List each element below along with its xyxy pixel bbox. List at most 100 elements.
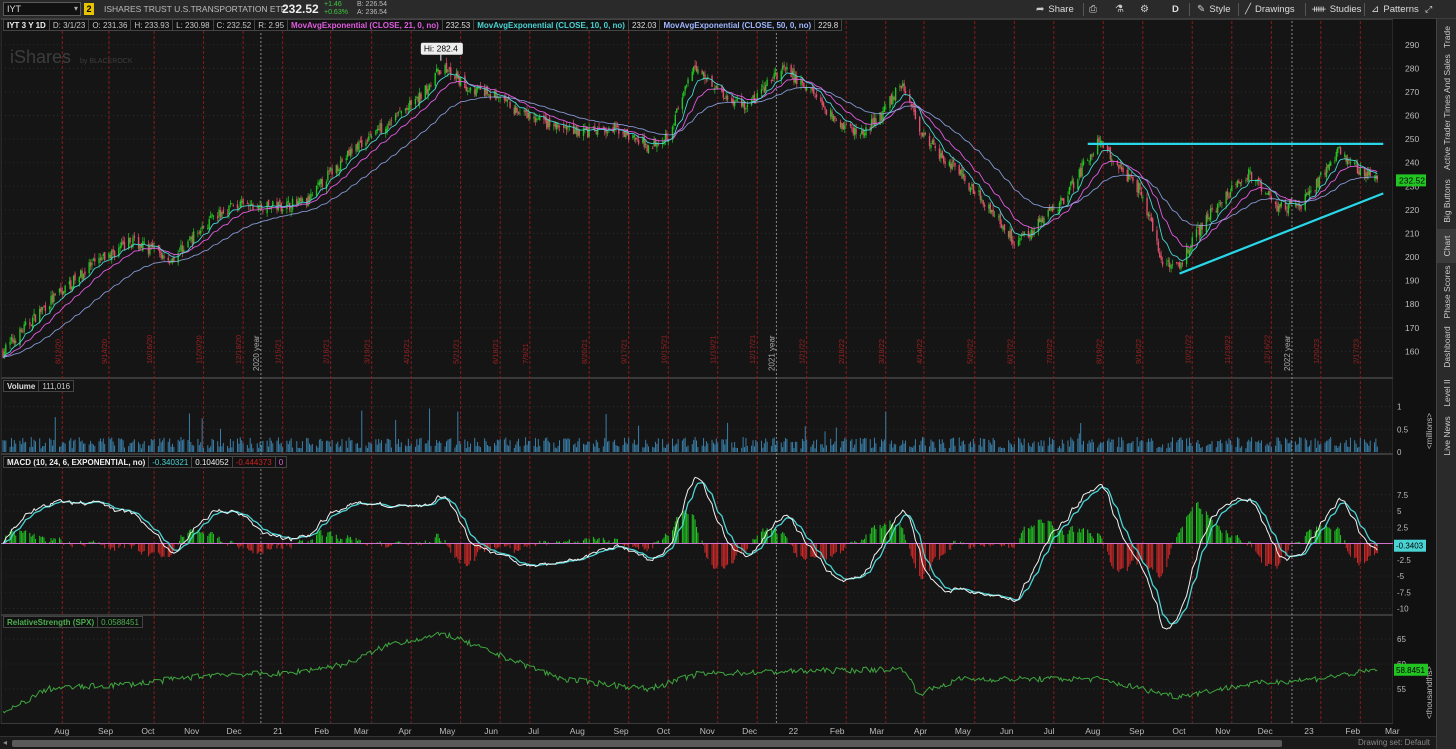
- flask-button[interactable]: ⚗: [1115, 2, 1128, 17]
- candle-body: [236, 204, 239, 209]
- candle-body: [128, 237, 130, 249]
- symbol-selector[interactable]: IYT ▾: [3, 2, 81, 16]
- candle-body: [930, 145, 932, 148]
- candle-body: [962, 174, 965, 177]
- time-tick-label: Feb: [830, 726, 845, 736]
- time-tick-label: Oct: [657, 726, 671, 736]
- candle-body: [760, 89, 763, 94]
- side-tab-level-ii[interactable]: Level II: [1437, 373, 1456, 413]
- time-tick-label: Apr: [398, 726, 411, 736]
- side-tab-times-and-sales[interactable]: Times And Sales: [1437, 54, 1456, 117]
- side-tab-chart[interactable]: Chart: [1437, 229, 1456, 263]
- candle-body: [119, 246, 121, 249]
- candle-body: [409, 100, 411, 110]
- candle-body: [1040, 219, 1042, 223]
- study-label[interactable]: MovAvgExponential (CLOSE, 10, 0, no): [473, 19, 629, 31]
- candle-body: [390, 119, 393, 121]
- chart-canvas[interactable]: 8/12/20 9/14/20 10/16/20 11/20/20 12/18/20 1/…: [0, 19, 1436, 739]
- time-tick-label: Feb: [314, 726, 329, 736]
- volume-tick-label: 0.5: [1397, 425, 1409, 434]
- candle-body: [622, 131, 624, 134]
- candle-body: [1168, 262, 1171, 268]
- candle-body: [1061, 198, 1064, 201]
- candle-body: [428, 84, 431, 91]
- macd-label[interactable]: MACD (10, 24, 6, EXPONENTIAL, no): [3, 456, 150, 468]
- period-button[interactable]: D: [1172, 2, 1179, 17]
- link-group-badge[interactable]: 2: [84, 3, 94, 15]
- candle-body: [1338, 147, 1340, 149]
- watermark-byline: by BLACKROCK: [80, 58, 133, 65]
- candle-body: [911, 104, 914, 105]
- volume-label[interactable]: Volume: [3, 380, 40, 392]
- rs-label[interactable]: RelativeStrength (SPX): [3, 616, 99, 628]
- time-tick-label: Sep: [1129, 726, 1144, 736]
- style-button[interactable]: ✎ Style: [1197, 2, 1231, 17]
- candle-body: [989, 203, 991, 213]
- patterns-button[interactable]: ⊿ Patterns: [1371, 2, 1419, 17]
- candle-body: [1286, 211, 1288, 213]
- chart-area[interactable]: 8/12/20 9/14/20 10/16/20 11/20/20 12/18/20 1/…: [0, 19, 1436, 739]
- candle-body: [466, 90, 469, 92]
- candle-body: [735, 99, 737, 101]
- candle-body: [558, 125, 561, 127]
- candle-body: [1235, 184, 1237, 185]
- candle-body: [407, 107, 410, 110]
- candle-body: [831, 112, 833, 120]
- studies-button[interactable]: ᚔ Studies: [1312, 2, 1361, 17]
- volume-axis-title: <millions>: [1425, 413, 1434, 449]
- candle-body: [1359, 167, 1362, 176]
- print-button[interactable]: ⎙: [1089, 2, 1101, 17]
- drawings-button[interactable]: ╱ Drawings: [1245, 2, 1295, 17]
- side-tab-phase-scores[interactable]: Phase Scores: [1437, 263, 1456, 321]
- candle-body: [262, 210, 264, 212]
- candle-body: [435, 68, 438, 73]
- candle-body: [103, 252, 106, 261]
- candle-body: [266, 201, 268, 214]
- settings-button[interactable]: ⚙: [1140, 2, 1153, 17]
- candle-body: [944, 161, 946, 165]
- study-label[interactable]: MovAvgExponential (CLOSE, 21, 0, no): [287, 19, 443, 31]
- side-tab-active-trader[interactable]: Active Trader: [1437, 117, 1456, 173]
- candle-body: [447, 69, 449, 72]
- candle-body: [885, 107, 887, 109]
- candle-body: [10, 337, 13, 341]
- candle-body: [1051, 206, 1054, 212]
- maximize-button[interactable]: ⤢: [1425, 2, 1432, 17]
- candle-body: [1177, 263, 1179, 265]
- side-tab-trade[interactable]: Trade: [1437, 19, 1456, 55]
- scroll-thumb[interactable]: [12, 740, 1282, 747]
- scroll-left-icon[interactable]: ◂: [3, 738, 7, 747]
- study-label[interactable]: MovAvgExponential (CLOSE, 50, 0, no): [659, 19, 816, 31]
- candle-body: [1231, 185, 1233, 192]
- candle-body: [368, 136, 370, 141]
- candle-body: [454, 75, 456, 80]
- candle-body: [964, 175, 966, 182]
- side-tab-label: Live News: [1442, 416, 1452, 456]
- drawing-set-label[interactable]: Drawing set: Default: [1358, 738, 1430, 747]
- candle-body: [315, 185, 318, 196]
- candle-body: [1197, 226, 1199, 228]
- candle-body: [859, 135, 862, 137]
- chart-symbol-period[interactable]: IYT 3 Y 1D: [3, 19, 50, 31]
- flask-icon: ⚗: [1115, 4, 1124, 15]
- rs-value: 0.0588451: [97, 616, 143, 628]
- candle-body: [1140, 192, 1143, 196]
- candle-body: [474, 89, 476, 95]
- candle-body: [1077, 179, 1079, 189]
- candle-body: [694, 65, 696, 68]
- candle-body: [190, 237, 192, 240]
- candle-body: [1129, 175, 1131, 177]
- candle-body: [1329, 162, 1332, 166]
- candle-body: [1266, 193, 1268, 195]
- side-tab-big-buttons[interactable]: Big Buttons: [1437, 173, 1456, 229]
- candle-body: [594, 126, 596, 132]
- candle-body: [180, 244, 182, 251]
- side-tab-live-news[interactable]: Live News: [1437, 413, 1456, 459]
- candle-body: [687, 79, 689, 84]
- candle-body: [853, 128, 856, 136]
- candle-body: [2, 349, 4, 358]
- share-button[interactable]: ➦ Share: [1036, 2, 1074, 17]
- candle-body: [386, 125, 388, 131]
- candle-body: [1161, 261, 1164, 265]
- side-tab-dashboard[interactable]: Dashboard: [1437, 321, 1456, 373]
